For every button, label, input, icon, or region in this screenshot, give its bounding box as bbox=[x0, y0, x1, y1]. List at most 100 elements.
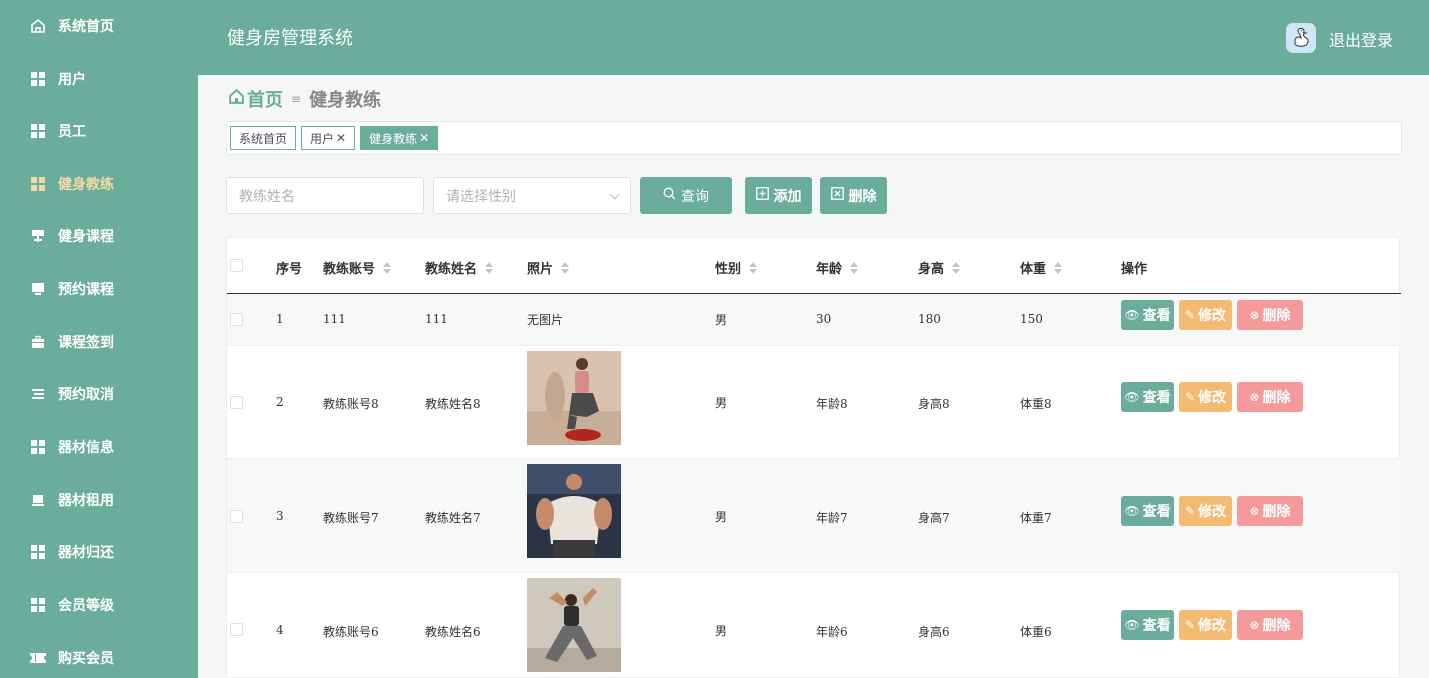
duck-icon bbox=[1294, 27, 1309, 47]
batch-delete-button[interactable]: 删除 bbox=[820, 177, 887, 214]
grid-icon bbox=[30, 123, 46, 139]
breadcrumb-home[interactable]: 首页 bbox=[247, 86, 283, 112]
avatar[interactable] bbox=[1286, 23, 1316, 53]
edit-icon: ✎ bbox=[1184, 308, 1196, 322]
sort-icon[interactable] bbox=[383, 261, 392, 274]
tag-coaches[interactable]: 健身教练 ✕ bbox=[360, 126, 439, 150]
table-row: 1 111 111 无图片 男 30 180 150 👁 查看 ✎ 修改 ⊗ 删除 bbox=[227, 294, 1401, 346]
edit-button[interactable]: ✎ 修改 bbox=[1179, 382, 1232, 412]
sidebar-item-buy-member[interactable]: 购买会员 bbox=[0, 632, 198, 678]
col-name[interactable]: 教练姓名 bbox=[425, 258, 494, 277]
eye-icon: 👁 bbox=[1124, 504, 1140, 518]
tag-label: 健身教练 bbox=[369, 131, 418, 146]
cell-sex: 男 bbox=[715, 313, 728, 327]
sidebar-item-courses[interactable]: 健身课程 bbox=[0, 210, 198, 262]
sidebar-item-checkin[interactable]: 课程签到 bbox=[0, 316, 198, 368]
view-button[interactable]: 👁 查看 bbox=[1121, 300, 1174, 330]
add-button[interactable]: 添加 bbox=[745, 177, 812, 214]
input-placeholder: 教练姓名 bbox=[239, 188, 295, 205]
col-actions: 操作 bbox=[1121, 262, 1148, 277]
edit-button[interactable]: ✎ 修改 bbox=[1179, 300, 1232, 330]
select-placeholder: 请选择性别 bbox=[446, 188, 516, 205]
row-checkbox[interactable] bbox=[230, 623, 243, 636]
col-weight[interactable]: 体重 bbox=[1020, 258, 1063, 277]
sidebar-item-book-course[interactable]: 预约课程 bbox=[0, 263, 198, 315]
delete-button[interactable]: ⊗ 删除 bbox=[1237, 496, 1303, 526]
cell-account: 教练账号6 bbox=[323, 625, 379, 639]
sidebar-item-label: 预约课程 bbox=[58, 282, 114, 298]
logout-button[interactable]: 退出登录 bbox=[1329, 27, 1393, 51]
home-icon bbox=[30, 18, 46, 34]
sidebar-item-staff[interactable]: 员工 bbox=[0, 105, 198, 157]
sidebar-item-cancel[interactable]: 预约取消 bbox=[0, 368, 198, 420]
view-button[interactable]: 👁 查看 bbox=[1121, 382, 1174, 412]
plus-square-icon bbox=[755, 187, 769, 204]
view-button[interactable]: 👁 查看 bbox=[1121, 610, 1174, 640]
col-index: 序号 bbox=[276, 262, 303, 277]
search-icon bbox=[663, 187, 676, 204]
cell-height: 身高6 bbox=[918, 625, 950, 639]
row-checkbox[interactable] bbox=[230, 510, 243, 523]
edit-button[interactable]: ✎ 修改 bbox=[1179, 496, 1232, 526]
eye-icon: 👁 bbox=[1124, 390, 1140, 404]
table-row: 3 教练账号7 教练姓名7 男 年龄7 身高7 体重7 👁 查看 ✎ 修改 ⊗ 删除 bbox=[227, 459, 1401, 573]
coach-photo[interactable] bbox=[527, 578, 621, 672]
edit-button[interactable]: ✎ 修改 bbox=[1179, 610, 1232, 640]
query-label: 查询 bbox=[681, 188, 709, 205]
sidebar-item-return[interactable]: 器材归还 bbox=[0, 526, 198, 578]
close-icon[interactable]: ✕ bbox=[336, 131, 346, 145]
briefcase-icon bbox=[30, 334, 46, 350]
sidebar-item-equipment[interactable]: 器材信息 bbox=[0, 421, 198, 473]
sidebar-item-rent[interactable]: 器材租用 bbox=[0, 474, 198, 526]
sort-icon[interactable] bbox=[485, 261, 494, 274]
sort-icon[interactable] bbox=[850, 261, 859, 274]
cell-name: 111 bbox=[425, 312, 448, 326]
sidebar-item-member-level[interactable]: 会员等级 bbox=[0, 579, 198, 631]
sidebar-item-label: 用户 bbox=[58, 72, 86, 88]
sort-icon[interactable] bbox=[749, 261, 758, 274]
monitor-icon bbox=[30, 281, 46, 297]
top-header: 健身房管理系统 退出登录 bbox=[198, 0, 1429, 75]
sex-select[interactable]: 请选择性别 bbox=[433, 177, 631, 214]
cell-account: 教练账号8 bbox=[323, 397, 379, 411]
cell-height: 身高7 bbox=[918, 511, 950, 525]
close-icon[interactable]: ✕ bbox=[419, 131, 429, 145]
coach-photo[interactable] bbox=[527, 464, 621, 558]
breadcrumb-current: 健身教练 bbox=[309, 90, 382, 111]
breadcrumb: 首页 ≡ 健身教练 bbox=[228, 86, 381, 112]
delete-button[interactable]: ⊗ 删除 bbox=[1237, 382, 1303, 412]
coach-name-input[interactable]: 教练姓名 bbox=[226, 177, 424, 214]
row-checkbox[interactable] bbox=[230, 313, 243, 326]
chevron-down-icon bbox=[609, 189, 620, 200]
col-sex[interactable]: 性别 bbox=[715, 258, 758, 277]
sort-icon[interactable] bbox=[1054, 261, 1063, 274]
sidebar-item-users[interactable]: 用户 bbox=[0, 53, 198, 105]
view-button[interactable]: 👁 查看 bbox=[1121, 496, 1174, 526]
cell-photo-text: 无图片 bbox=[527, 313, 564, 327]
select-all-checkbox[interactable] bbox=[230, 259, 243, 272]
edit-icon: ✎ bbox=[1184, 390, 1196, 404]
sidebar-item-coaches[interactable]: 健身教练 bbox=[0, 158, 198, 210]
row-checkbox[interactable] bbox=[230, 396, 243, 409]
delete-button[interactable]: ⊗ 删除 bbox=[1237, 300, 1303, 330]
col-age[interactable]: 年龄 bbox=[816, 258, 859, 277]
breadcrumb-separator-icon: ≡ bbox=[291, 92, 302, 106]
grid-icon bbox=[30, 597, 46, 613]
col-account[interactable]: 教练账号 bbox=[323, 258, 392, 277]
sidebar-item-home[interactable]: 系统首页 bbox=[0, 0, 198, 52]
delete-button[interactable]: ⊗ 删除 bbox=[1237, 610, 1303, 640]
grid-icon bbox=[30, 544, 46, 560]
tag-users[interactable]: 用户 ✕ bbox=[301, 126, 356, 150]
tags-bar: 系统首页 用户 ✕ 健身教练 ✕ bbox=[226, 121, 1402, 155]
col-photo[interactable]: 照片 bbox=[527, 258, 570, 277]
cell-age: 年龄7 bbox=[816, 511, 848, 525]
coach-photo[interactable] bbox=[527, 351, 621, 445]
tag-home[interactable]: 系统首页 bbox=[230, 126, 297, 150]
close-circle-icon: ⊗ bbox=[1249, 618, 1260, 632]
query-button[interactable]: 查询 bbox=[640, 177, 732, 214]
sort-icon[interactable] bbox=[952, 261, 961, 274]
cell-index: 2 bbox=[276, 395, 284, 409]
col-height[interactable]: 身高 bbox=[918, 258, 961, 277]
grid-icon bbox=[30, 71, 46, 87]
sort-icon[interactable] bbox=[561, 261, 570, 274]
